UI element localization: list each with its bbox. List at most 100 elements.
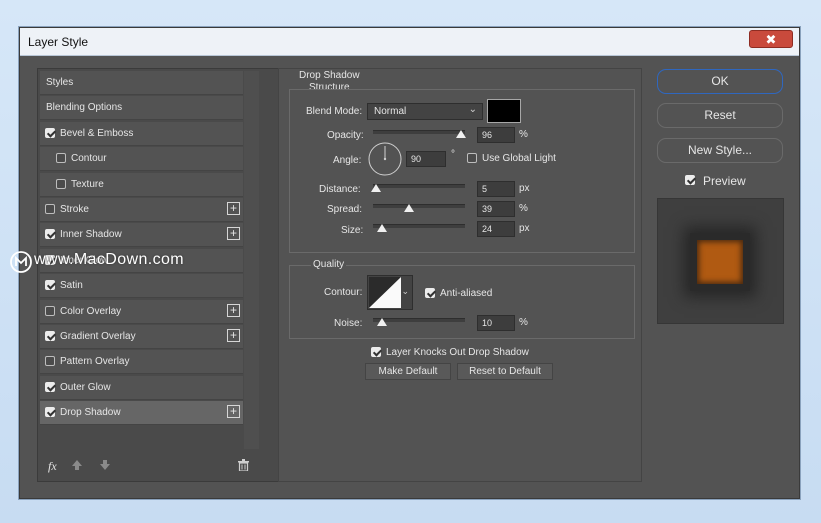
style-item-label: Outer Glow bbox=[60, 381, 111, 393]
styles-list-panel: Styles Blending Options Bevel & Emboss Cont… bbox=[37, 68, 281, 482]
style-item-label: Drop Shadow bbox=[60, 407, 121, 419]
use-global-light-label[interactable]: Use Global Light bbox=[482, 153, 556, 164]
style-item-styles[interactable]: Styles bbox=[40, 71, 243, 95]
style-checkbox[interactable] bbox=[45, 407, 55, 418]
angle-dial[interactable] bbox=[368, 142, 402, 176]
spread-input[interactable]: 39 bbox=[477, 201, 515, 217]
chevron-down-icon: ⌄ bbox=[468, 104, 477, 115]
slider-thumb[interactable] bbox=[377, 318, 388, 326]
style-item-satin[interactable]: Satin bbox=[40, 274, 243, 299]
style-item-inner-shadow[interactable]: Inner Shadow + bbox=[40, 223, 243, 248]
style-item-label: Contour bbox=[71, 153, 107, 165]
slider-thumb[interactable] bbox=[403, 204, 414, 212]
angle-unit: ° bbox=[451, 149, 455, 160]
style-item-contour[interactable]: Contour bbox=[40, 147, 243, 172]
size-unit: px bbox=[519, 223, 530, 234]
size-label: Size: bbox=[341, 225, 364, 236]
add-effect-plus-icon[interactable]: + bbox=[227, 227, 240, 241]
new-style-button[interactable]: New Style... bbox=[657, 138, 783, 163]
blend-mode-value: Normal bbox=[374, 106, 407, 117]
slider-thumb[interactable] bbox=[377, 224, 388, 232]
window-title: Layer Style bbox=[28, 35, 89, 49]
preview-fill bbox=[697, 240, 743, 284]
distance-unit: px bbox=[519, 183, 530, 194]
add-effect-plus-icon[interactable]: + bbox=[227, 329, 240, 342]
style-checkbox[interactable] bbox=[45, 381, 55, 392]
style-checkbox[interactable] bbox=[45, 331, 55, 341]
anti-aliased-label[interactable]: Anti-aliased bbox=[440, 288, 492, 299]
quality-heading: Quality bbox=[311, 259, 347, 270]
spread-unit: % bbox=[519, 203, 528, 214]
knocks-out-label[interactable]: Layer Knocks Out Drop Shadow bbox=[386, 347, 529, 358]
style-checkbox[interactable] bbox=[45, 127, 55, 138]
size-value: 24 bbox=[482, 224, 493, 234]
add-effect-plus-icon[interactable]: + bbox=[227, 405, 240, 419]
style-checkbox[interactable] bbox=[45, 305, 55, 316]
noise-input[interactable]: 10 bbox=[477, 315, 515, 331]
style-item-texture[interactable]: Texture bbox=[40, 172, 243, 197]
style-item-drop-shadow[interactable]: Drop Shadow + bbox=[40, 401, 243, 426]
style-checkbox[interactable] bbox=[45, 229, 55, 240]
style-item-bevel-emboss[interactable]: Bevel & Emboss bbox=[40, 121, 243, 146]
opacity-unit: % bbox=[519, 129, 528, 140]
knocks-out-checkbox[interactable] bbox=[371, 347, 381, 357]
contour-chevron-icon: ⌄ bbox=[401, 286, 409, 296]
reset-to-default-button[interactable]: Reset to Default bbox=[457, 363, 553, 380]
style-checkbox[interactable] bbox=[56, 178, 66, 189]
style-preview bbox=[657, 198, 784, 324]
opacity-input[interactable]: 96 bbox=[477, 127, 515, 143]
styles-list-scrollbar[interactable] bbox=[244, 71, 259, 449]
dialog-body: Styles Blending Options Bevel & Emboss Cont… bbox=[20, 56, 799, 498]
style-item-label: Texture bbox=[71, 178, 104, 190]
style-checkbox[interactable] bbox=[56, 153, 66, 164]
add-effect-plus-icon[interactable]: + bbox=[227, 303, 240, 317]
distance-slider[interactable] bbox=[373, 184, 465, 188]
contour-label: Contour: bbox=[324, 287, 363, 298]
style-item-label: Color Overlay bbox=[60, 305, 122, 317]
contour-picker[interactable]: ⌄ bbox=[367, 275, 413, 310]
trash-icon[interactable] bbox=[238, 459, 249, 471]
style-checkbox[interactable] bbox=[45, 280, 55, 291]
size-input[interactable]: 24 bbox=[477, 221, 515, 237]
close-icon: ✖ bbox=[765, 32, 777, 47]
style-item-outer-glow[interactable]: Outer Glow bbox=[40, 375, 243, 400]
use-global-light-checkbox[interactable] bbox=[467, 153, 477, 163]
fx-icon[interactable]: fx bbox=[48, 459, 57, 474]
make-default-button[interactable]: Make Default bbox=[365, 363, 451, 380]
blend-mode-select[interactable]: Normal ⌄ bbox=[367, 103, 483, 120]
watermark-logo-icon bbox=[10, 251, 32, 273]
angle-label: Angle: bbox=[333, 155, 362, 166]
style-item-label: Blending Options bbox=[46, 102, 123, 114]
move-down-icon[interactable] bbox=[100, 460, 110, 470]
title-bar[interactable]: Layer Style ✖ bbox=[20, 28, 799, 56]
style-item-stroke[interactable]: Stroke + bbox=[40, 198, 243, 222]
style-item-label: Satin bbox=[60, 280, 83, 292]
style-checkbox[interactable] bbox=[45, 356, 55, 367]
style-item-pattern-overlay[interactable]: Pattern Overlay bbox=[40, 350, 243, 375]
reset-button[interactable]: Reset bbox=[657, 103, 783, 128]
close-button[interactable]: ✖ bbox=[749, 30, 793, 48]
add-effect-plus-icon[interactable]: + bbox=[227, 202, 240, 215]
style-checkbox[interactable] bbox=[45, 204, 55, 214]
style-item-blending-options[interactable]: Blending Options bbox=[40, 96, 243, 121]
style-item-gradient-overlay[interactable]: Gradient Overlay + bbox=[40, 325, 243, 349]
ok-button[interactable]: OK bbox=[657, 69, 783, 94]
styles-footer: fx bbox=[38, 451, 280, 481]
spread-slider[interactable] bbox=[373, 204, 465, 208]
noise-label: Noise: bbox=[334, 318, 363, 329]
angle-value: 90 bbox=[411, 154, 422, 164]
preview-checkbox[interactable] bbox=[685, 175, 695, 185]
style-item-label: Gradient Overlay bbox=[60, 331, 136, 342]
slider-thumb[interactable] bbox=[456, 130, 467, 138]
style-item-color-overlay[interactable]: Color Overlay + bbox=[40, 299, 243, 324]
opacity-slider[interactable] bbox=[373, 130, 465, 134]
anti-aliased-checkbox[interactable] bbox=[425, 288, 435, 298]
shadow-color-swatch[interactable] bbox=[487, 99, 521, 123]
slider-thumb[interactable] bbox=[370, 184, 381, 192]
distance-input[interactable]: 5 bbox=[477, 181, 515, 197]
drop-shadow-panel: Drop Shadow Structure Blend Mode: Normal… bbox=[278, 68, 642, 482]
preview-label[interactable]: Preview bbox=[703, 174, 746, 188]
angle-input[interactable]: 90 bbox=[406, 151, 446, 167]
style-item-label: Stroke bbox=[60, 204, 89, 215]
move-up-icon[interactable] bbox=[72, 460, 82, 470]
